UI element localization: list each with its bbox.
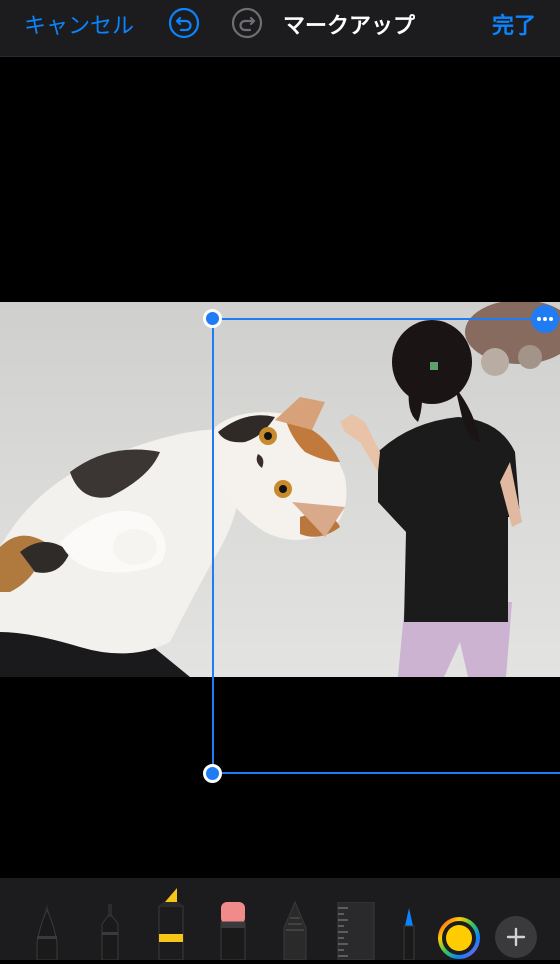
ellipsis-icon[interactable] <box>531 305 559 333</box>
cancel-button[interactable]: キャンセル <box>24 8 134 40</box>
pen-tool-icon[interactable] <box>33 902 61 960</box>
fountain-pen-tool-icon[interactable] <box>398 906 420 960</box>
plus-icon[interactable] <box>495 916 537 958</box>
selection-border-top <box>213 318 560 320</box>
done-button[interactable]: 完了 <box>492 8 536 40</box>
redo-icon[interactable] <box>231 7 263 39</box>
page-title: マークアップ <box>283 14 416 39</box>
color-picker-button[interactable] <box>437 916 481 960</box>
ruler-tool-icon[interactable] <box>336 902 376 960</box>
selection-border-bottom <box>213 772 560 774</box>
markup-navbar: キャンセル マークアップ 完了 <box>0 0 560 57</box>
undo-icon[interactable] <box>168 7 200 39</box>
cat <box>0 397 347 654</box>
highlighter-tool-icon[interactable] <box>155 884 187 960</box>
selection-handle-top-left[interactable] <box>203 309 222 328</box>
selection-border-left <box>212 318 214 774</box>
selection-handle-bottom-left[interactable] <box>203 764 222 783</box>
selected-color-swatch <box>446 925 472 951</box>
photo-canvas[interactable] <box>0 302 560 677</box>
eraser-tool-icon[interactable] <box>218 900 248 960</box>
fineliner-tool-icon[interactable] <box>96 902 124 960</box>
pencil-tool-icon[interactable] <box>280 900 310 960</box>
